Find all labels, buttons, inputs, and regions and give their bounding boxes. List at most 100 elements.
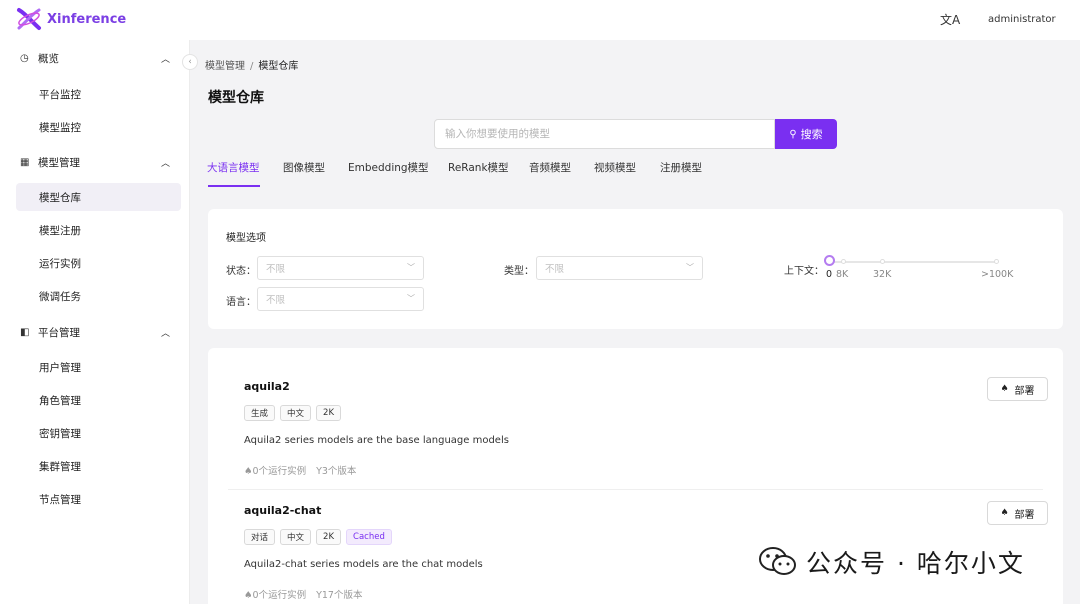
xinference-logo-icon (17, 8, 41, 30)
sidebar-group-label: 模型管理 (38, 156, 80, 169)
sidebar-item-label: 模型注册 (39, 224, 81, 237)
context-slider-stop (841, 259, 846, 264)
breadcrumb: 模型管理 / 模型仓库 (205, 57, 298, 72)
sidebar-item-label: 模型监控 (39, 121, 81, 134)
versions-text: 17个版本 (321, 590, 363, 601)
tab-audio[interactable]: 音频模型 (529, 160, 571, 184)
sidebar-item-label: 运行实例 (39, 257, 81, 270)
search-button-label: 搜索 (800, 128, 823, 141)
search-icon: ⚲ (789, 128, 797, 140)
sidebar-group-label: 平台管理 (38, 326, 80, 339)
status-filter-label: 状态： (226, 266, 256, 277)
language-select[interactable]: 不限 ﹀ (257, 287, 424, 311)
language-filter-label: 语言： (226, 297, 256, 308)
sidebar-item-label: 密钥管理 (39, 427, 81, 440)
page-title: 模型仓库 (208, 90, 264, 106)
model-tags: 生成 中文 2K (244, 405, 346, 421)
sidebar-group-platform-management[interactable]: ◧ 平台管理 ︿ (16, 320, 176, 344)
rocket-icon: ♠ (244, 590, 253, 601)
sidebar-item-model-register[interactable]: 模型注册 (16, 216, 181, 244)
sidebar-item-label: 模型仓库 (39, 191, 81, 204)
model-name[interactable]: aquila2-chat (244, 504, 321, 517)
type-filter-label: 类型： (504, 266, 534, 277)
sidebar-item-user-management[interactable]: 用户管理 (16, 353, 181, 381)
model-description: Aquila2-chat series models are the chat … (244, 559, 483, 570)
tab-image[interactable]: 图像模型 (283, 160, 325, 184)
sidebar-item-label: 用户管理 (39, 361, 81, 374)
dashboard-icon: ◷ (20, 52, 29, 64)
sidebar-item-finetune-tasks[interactable]: 微调任务 (16, 282, 181, 310)
cached-tag: Cached (346, 529, 392, 545)
tab-rerank[interactable]: ReRank模型 (448, 160, 509, 184)
watermark: 公众号 · 哈尔小文 (758, 544, 1025, 580)
context-filter-label: 上下文： (784, 266, 824, 277)
model-description: Aquila2 series models are the base langu… (244, 435, 509, 446)
versions-count: Y3个版本 (316, 463, 356, 477)
sidebar-item-role-management[interactable]: 角色管理 (16, 386, 181, 414)
app-name: Xinference (47, 11, 127, 27)
app-logo[interactable]: Xinference (16, 6, 126, 32)
instances-text: 0个运行实例 (252, 590, 307, 601)
sidebar-group-label: 概览 (38, 52, 59, 65)
instances-count: ♠0个运行实例 (244, 463, 306, 477)
context-mark: 8K (836, 269, 849, 280)
sidebar-item-key-management[interactable]: 密钥管理 (16, 419, 181, 447)
status-select[interactable]: 不限 ﹀ (257, 256, 424, 280)
rocket-icon: ♠ (1000, 508, 1009, 518)
model-tag: 2K (316, 405, 342, 421)
breadcrumb-separator: / (250, 61, 254, 72)
sidebar-item-model-monitor[interactable]: 模型监控 (16, 113, 181, 141)
status-select-value: 不限 (266, 264, 286, 275)
deploy-button-label: 部署 (1014, 385, 1035, 397)
sidebar-group-overview[interactable]: ◷ 概览 ︿ (16, 46, 176, 70)
sidebar-item-label: 平台监控 (39, 88, 81, 101)
deploy-button[interactable]: ♠ 部署 (987, 501, 1048, 525)
context-slider-stop (994, 259, 999, 264)
versions-text: 3个版本 (321, 466, 357, 477)
model-tag: 对话 (244, 529, 276, 545)
sidebar-item-platform-monitor[interactable]: 平台监控 (16, 80, 181, 108)
filter-panel: 模型选项 状态： 不限 ﹀ 类型： 不限 ﹀ 语言： 不限 ﹀ 上下文： 0 8… (208, 209, 1063, 329)
search-input[interactable] (434, 119, 775, 149)
model-tag: 中文 (280, 529, 312, 545)
breadcrumb-parent[interactable]: 模型管理 (205, 61, 245, 72)
chevron-down-icon: ﹀ (407, 263, 415, 272)
translate-icon[interactable]: 文A (940, 11, 960, 28)
context-slider-handle[interactable] (824, 255, 835, 266)
sidebar: ◷ 概览 ︿ 平台监控 模型监控 ▦ 模型管理 ︿ 模型仓库 模型注册 运行实例… (0, 40, 190, 604)
sidebar-item-label: 节点管理 (39, 493, 81, 506)
sidebar-item-label: 集群管理 (39, 460, 81, 473)
context-slider-track[interactable] (828, 261, 998, 263)
user-menu[interactable]: administrator (988, 14, 1056, 25)
sidebar-item-running-instances[interactable]: 运行实例 (16, 249, 181, 277)
rocket-icon: ♠ (1000, 384, 1009, 394)
top-bar: Xinference 文A administrator (0, 0, 1080, 40)
wechat-icon (759, 547, 796, 575)
list-divider (228, 489, 1043, 490)
tab-registered[interactable]: 注册模型 (660, 160, 702, 184)
context-mark: 32K (873, 269, 892, 280)
model-meta: ♠0个运行实例 Y3个版本 (244, 463, 366, 477)
model-tags: 对话 中文 2K Cached (244, 529, 397, 545)
sidebar-item-label: 微调任务 (39, 290, 81, 303)
sidebar-item-model-repository[interactable]: 模型仓库 (16, 183, 181, 211)
instances-count: ♠0个运行实例 (244, 587, 306, 601)
context-slider-stop (880, 259, 885, 264)
tab-video[interactable]: 视频模型 (594, 160, 636, 184)
sidebar-group-model-management[interactable]: ▦ 模型管理 ︿ (16, 150, 176, 174)
type-select[interactable]: 不限 ﹀ (536, 256, 703, 280)
sidebar-item-label: 角色管理 (39, 394, 81, 407)
versions-count: Y17个版本 (316, 587, 362, 601)
model-name[interactable]: aquila2 (244, 380, 290, 393)
chevron-up-icon: ︿ (160, 158, 170, 169)
deploy-button-label: 部署 (1014, 509, 1035, 521)
tab-llm[interactable]: 大语言模型 (207, 160, 260, 184)
tab-embedding[interactable]: Embedding模型 (348, 160, 429, 184)
sidebar-collapse-button[interactable]: ‹ (182, 54, 198, 70)
chevron-up-icon: ︿ (160, 54, 170, 65)
sidebar-item-node-management[interactable]: 节点管理 (16, 485, 181, 513)
sidebar-item-cluster-management[interactable]: 集群管理 (16, 452, 181, 480)
deploy-button[interactable]: ♠ 部署 (987, 377, 1048, 401)
search-button[interactable]: ⚲ 搜索 (775, 119, 837, 149)
language-select-value: 不限 (266, 295, 286, 306)
